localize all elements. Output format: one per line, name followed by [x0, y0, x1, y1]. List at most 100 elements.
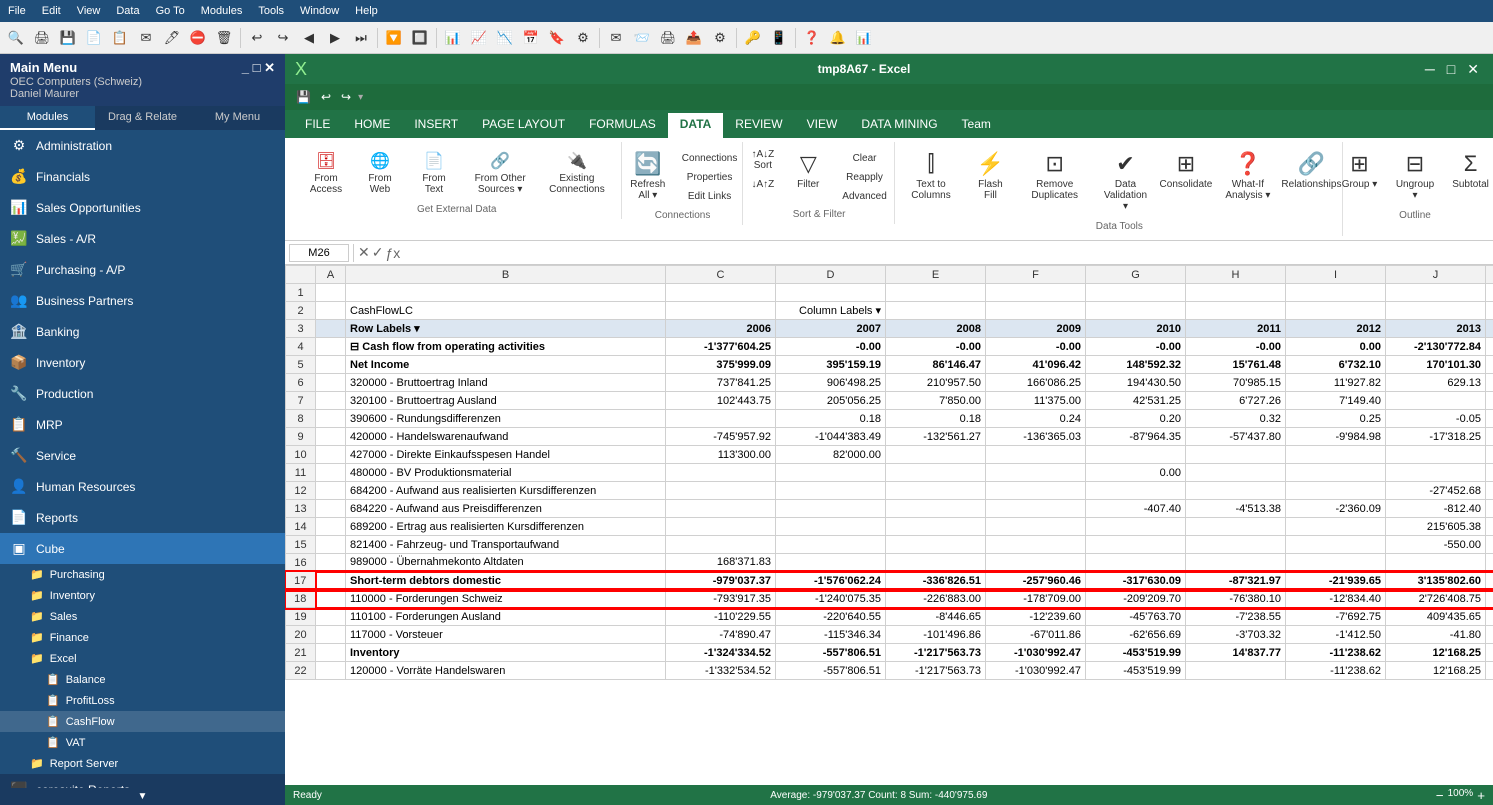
- cell[interactable]: 41'096.42: [986, 356, 1086, 374]
- cell[interactable]: [776, 536, 886, 554]
- cell[interactable]: -17'318.25: [1386, 428, 1486, 446]
- menu-modules[interactable]: Modules: [201, 5, 243, 17]
- cell[interactable]: -426'559.84: [1486, 626, 1493, 644]
- cell[interactable]: [776, 518, 886, 536]
- cell-reference-input[interactable]: [289, 244, 349, 262]
- col-header-h[interactable]: H: [1186, 266, 1286, 284]
- cell[interactable]: 821400 - Fahrzeug- und Transportaufwand: [346, 536, 666, 554]
- cell[interactable]: 737'841.25: [666, 374, 776, 392]
- cell[interactable]: -1'240'075.35: [776, 590, 886, 608]
- cell[interactable]: [666, 302, 776, 320]
- cell[interactable]: 2006: [666, 320, 776, 338]
- cell[interactable]: -317'630.09: [1086, 572, 1186, 590]
- cell[interactable]: -812.40: [1386, 500, 1486, 518]
- cell[interactable]: 7'149.40: [1286, 392, 1386, 410]
- col-header-a[interactable]: A: [316, 266, 346, 284]
- cell[interactable]: Grand Total: [1486, 320, 1493, 338]
- cell[interactable]: [886, 464, 986, 482]
- cell[interactable]: 0.00: [1086, 464, 1186, 482]
- cell[interactable]: [986, 446, 1086, 464]
- cell[interactable]: 0.00: [1486, 464, 1493, 482]
- cell[interactable]: [316, 662, 346, 680]
- cell[interactable]: -41.80: [1386, 626, 1486, 644]
- cell[interactable]: [316, 644, 346, 662]
- cell[interactable]: 12'168.25: [1386, 644, 1486, 662]
- cell[interactable]: -9'984.98: [1286, 428, 1386, 446]
- cell[interactable]: [1086, 536, 1186, 554]
- cell[interactable]: [1386, 392, 1486, 410]
- cell[interactable]: -1'217'563.73: [886, 644, 986, 662]
- cell[interactable]: -1'332'534.52: [666, 662, 776, 680]
- menu-goto[interactable]: Go To: [156, 5, 185, 17]
- cell[interactable]: 82'000.00: [776, 446, 886, 464]
- table-row[interactable]: 15821400 - Fahrzeug- und Transportaufwan…: [286, 536, 1493, 554]
- tab-insert[interactable]: INSERT: [402, 113, 470, 138]
- cell[interactable]: -87'321.97: [1186, 572, 1286, 590]
- relationships-button[interactable]: 🔗 Relationships: [1285, 146, 1338, 195]
- cell[interactable]: 0.18: [776, 410, 886, 428]
- toolbar-btn-5[interactable]: 📋: [108, 26, 132, 50]
- cell[interactable]: -62'656.69: [1086, 626, 1186, 644]
- toolbar-btn-23[interactable]: ✉: [604, 26, 628, 50]
- cell[interactable]: Short-term debtors domestic: [346, 572, 666, 590]
- cell[interactable]: [1186, 446, 1286, 464]
- cell[interactable]: -220'640.55: [776, 608, 886, 626]
- cell[interactable]: 684220 - Aufwand aus Preisdifferenzen: [346, 500, 666, 518]
- table-row[interactable]: 2CashFlowLCColumn Labels ▾: [286, 302, 1493, 320]
- cell[interactable]: 2'726'408.75: [1386, 590, 1486, 608]
- toolbar-btn-16[interactable]: 🔲: [408, 26, 432, 50]
- cell[interactable]: [1186, 518, 1286, 536]
- cell[interactable]: [666, 464, 776, 482]
- cell[interactable]: 0.00: [1286, 338, 1386, 356]
- tab-formulas[interactable]: FORMULAS: [577, 113, 668, 138]
- cell[interactable]: 390600 - Rundungsdifferenzen: [346, 410, 666, 428]
- spreadsheet-container[interactable]: A B C D E F G H I J K 12CashFlowLCColumn…: [285, 265, 1493, 785]
- cell[interactable]: -1'377'604.25: [666, 338, 776, 356]
- table-row[interactable]: 13684220 - Aufwand aus Preisdifferenzen-…: [286, 500, 1493, 518]
- reapply-button[interactable]: Reapply: [837, 169, 891, 186]
- cell[interactable]: 210'957.50: [886, 374, 986, 392]
- cell[interactable]: 2009: [986, 320, 1086, 338]
- cell[interactable]: -1'576'062.24: [776, 572, 886, 590]
- tree-item-balance[interactable]: 📋 Balance: [0, 669, 285, 690]
- cell[interactable]: [316, 356, 346, 374]
- cell[interactable]: 480000 - BV Produktionsmaterial: [346, 464, 666, 482]
- cell[interactable]: 215'605.38: [1486, 518, 1493, 536]
- table-row[interactable]: 20117000 - Vorsteuer-74'890.47-115'346.3…: [286, 626, 1493, 644]
- cell[interactable]: 102'443.75: [666, 392, 776, 410]
- cell[interactable]: -8'446.65: [886, 608, 986, 626]
- cell[interactable]: [776, 464, 886, 482]
- cell[interactable]: [886, 446, 986, 464]
- table-row[interactable]: 8390600 - Rundungsdifferenzen0.180.180.2…: [286, 410, 1493, 428]
- toolbar-btn-18[interactable]: 📈: [467, 26, 491, 50]
- toolbar-btn-13[interactable]: ▶: [323, 26, 347, 50]
- cell[interactable]: 320100 - Bruttoertrag Ausland: [346, 392, 666, 410]
- cell[interactable]: [776, 554, 886, 572]
- menu-edit[interactable]: Edit: [42, 5, 61, 17]
- cell[interactable]: [886, 482, 986, 500]
- cell[interactable]: -453'519.99: [1086, 644, 1186, 662]
- cell[interactable]: [1086, 482, 1186, 500]
- cell[interactable]: 629.13: [1386, 374, 1486, 392]
- maximize-button[interactable]: □: [1443, 61, 1459, 78]
- formula-input[interactable]: [404, 247, 1489, 259]
- cell[interactable]: 110000 - Forderungen Schweiz: [346, 590, 666, 608]
- col-header-j[interactable]: J: [1386, 266, 1486, 284]
- cell[interactable]: -226'883.00: [886, 590, 986, 608]
- tab-modules[interactable]: Modules: [0, 106, 95, 130]
- menu-file[interactable]: File: [8, 5, 26, 17]
- table-row[interactable]: 17Short-term debtors domestic-979'037.37…: [286, 572, 1493, 590]
- table-row[interactable]: 9420000 - Handelswarenaufwand-745'957.92…: [286, 428, 1493, 446]
- cell[interactable]: 215'605.38: [1386, 518, 1486, 536]
- cell[interactable]: [316, 428, 346, 446]
- sidebar-item-financials[interactable]: 💰 Financials: [0, 161, 285, 192]
- cell[interactable]: [1386, 464, 1486, 482]
- from-other-sources-button[interactable]: 🔗 From Other Sources ▾: [463, 146, 537, 200]
- tree-item-finance[interactable]: 📁 Finance: [0, 627, 285, 648]
- cell[interactable]: [316, 320, 346, 338]
- cell[interactable]: -3'508'377.09: [1486, 338, 1493, 356]
- cell[interactable]: [886, 302, 986, 320]
- cell[interactable]: 420000 - Handelswarenaufwand: [346, 428, 666, 446]
- toolbar-btn-15[interactable]: 🔽: [382, 26, 406, 50]
- edit-links-button[interactable]: Edit Links: [677, 188, 743, 205]
